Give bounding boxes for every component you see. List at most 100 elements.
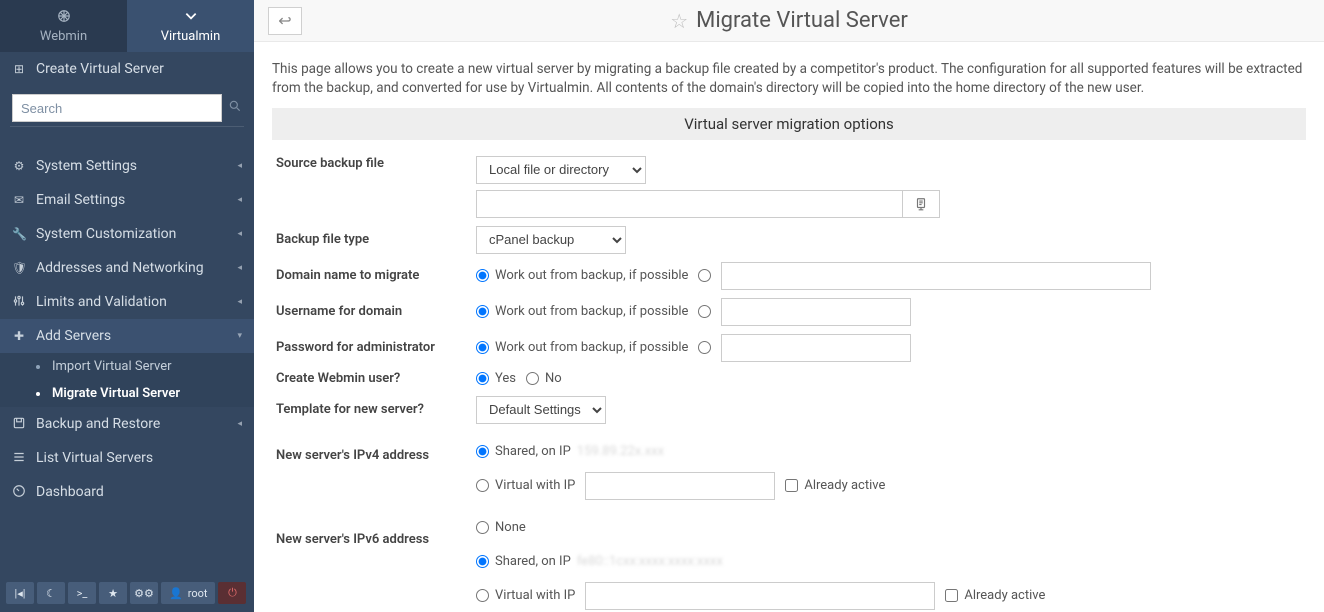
- caret-left-icon: ◂: [237, 161, 242, 171]
- user-button[interactable]: 👤 root: [161, 582, 215, 604]
- subitem-import-virtual-server[interactable]: Import Virtual Server: [0, 353, 254, 380]
- user-label: root: [188, 587, 208, 600]
- password-workout-option[interactable]: Work out from backup, if possible: [476, 340, 688, 355]
- sidebar-item-limits-validation[interactable]: Limits and Validation ◂: [0, 285, 254, 319]
- tab-virtualmin[interactable]: Virtualmin: [127, 0, 254, 52]
- shield-icon: 🛡: [12, 261, 26, 275]
- main-content: ↩ ☆ Migrate Virtual Server This page all…: [254, 0, 1324, 612]
- ipv6-shared-value: fe80::1cxx:xxxx:xxxx:xxxx: [577, 554, 723, 569]
- username-custom-input[interactable]: [721, 298, 911, 326]
- sidebar-item-system-settings[interactable]: ⚙ System Settings ◂: [0, 149, 254, 183]
- ipv6-already-active[interactable]: Already active: [945, 588, 1045, 603]
- label-domain: Domain name to migrate: [276, 268, 476, 283]
- sidebar-item-add-servers[interactable]: ✚ Add Servers ▾: [0, 319, 254, 353]
- mail-icon: ✉: [12, 193, 26, 207]
- sidebar-item-label: System Settings: [36, 158, 227, 174]
- username-custom-radio[interactable]: [698, 305, 711, 318]
- ipv6-shared-option[interactable]: Shared, on IP fe80::1cxx:xxxx:xxxx:xxxx: [476, 554, 723, 569]
- bullet-icon: [36, 392, 40, 396]
- domain-workout-radio[interactable]: [476, 269, 489, 282]
- user-icon: 👤: [169, 587, 183, 600]
- sidebar-item-dashboard[interactable]: Dashboard: [0, 475, 254, 509]
- sidebar-item-label: List Virtual Servers: [36, 450, 242, 466]
- sidebar: Webmin Virtualmin ⊞ Create Virtual Serve…: [0, 0, 254, 612]
- domain-workout-option[interactable]: Work out from backup, if possible: [476, 268, 688, 283]
- ipv4-virtual-option[interactable]: Virtual with IP: [476, 478, 575, 493]
- webmin-user-no[interactable]: No: [526, 371, 562, 386]
- template-select[interactable]: Default Settings: [476, 396, 606, 424]
- sidebar-item-label: Add Servers: [36, 328, 227, 344]
- webmin-icon: [57, 9, 71, 27]
- sidebar-item-backup-restore[interactable]: Backup and Restore ◂: [0, 407, 254, 441]
- gear-icon: ⚙: [12, 159, 26, 173]
- sliders-icon: [12, 294, 26, 311]
- star-icon[interactable]: ☆: [670, 9, 688, 33]
- wrench-icon: 🔧: [12, 227, 26, 241]
- label-template: Template for new server?: [276, 402, 476, 417]
- source-path-input[interactable]: [476, 190, 902, 218]
- sidebar-item-system-customization[interactable]: 🔧 System Customization ◂: [0, 217, 254, 251]
- username-workout-option[interactable]: Work out from backup, if possible: [476, 304, 688, 319]
- save-icon: [12, 416, 26, 433]
- caret-left-icon: ◂: [237, 195, 242, 205]
- subitem-migrate-virtual-server[interactable]: Migrate Virtual Server: [0, 380, 254, 407]
- plus-icon: ✚: [12, 329, 26, 343]
- night-mode-button[interactable]: ☾: [37, 582, 65, 604]
- label-create-webmin-user: Create Webmin user?: [276, 371, 476, 386]
- ipv4-virtual-radio[interactable]: [476, 479, 489, 492]
- password-custom-input[interactable]: [721, 334, 911, 362]
- ipv4-already-active-check[interactable]: [785, 479, 798, 492]
- backup-type-select[interactable]: cPanel backup: [476, 226, 626, 254]
- webmin-user-yes-radio[interactable]: [476, 372, 489, 385]
- domain-custom-input[interactable]: [721, 262, 1151, 290]
- bottom-toolbar: |◂| ☾ >_ ★ ⚙⚙ 👤 root ⏻: [0, 578, 254, 612]
- password-custom-radio[interactable]: [698, 341, 711, 354]
- webmin-user-no-radio[interactable]: [526, 372, 539, 385]
- sidebar-item-label: Email Settings: [36, 192, 227, 208]
- search-icon[interactable]: [228, 99, 242, 117]
- ipv6-virtual-option[interactable]: Virtual with IP: [476, 588, 575, 603]
- ipv4-virtual-input[interactable]: [585, 472, 775, 500]
- plus-box-icon: ⊞: [12, 62, 26, 76]
- terminal-button[interactable]: >_: [68, 582, 96, 604]
- browse-button[interactable]: [902, 190, 940, 218]
- ipv4-shared-option[interactable]: Shared, on IP 159.89.22x.xxx: [476, 444, 664, 459]
- ipv6-already-active-check[interactable]: [945, 589, 958, 602]
- back-button[interactable]: ↩: [268, 7, 302, 35]
- label-username: Username for domain: [276, 304, 476, 319]
- username-workout-radio[interactable]: [476, 305, 489, 318]
- sidebar-item-create[interactable]: ⊞ Create Virtual Server: [0, 52, 254, 86]
- page-title: Migrate Virtual Server: [696, 8, 908, 33]
- webmin-user-yes[interactable]: Yes: [476, 371, 516, 386]
- tab-webmin[interactable]: Webmin: [0, 0, 127, 52]
- label-password: Password for administrator: [276, 340, 476, 355]
- source-mode-select[interactable]: Local file or directory: [476, 156, 646, 184]
- domain-custom-radio[interactable]: [698, 269, 711, 282]
- migration-panel: Virtual server migration options Source …: [272, 108, 1306, 612]
- ipv6-none-option[interactable]: None: [476, 520, 526, 535]
- ipv4-already-active[interactable]: Already active: [785, 478, 885, 493]
- sidebar-item-list-virtual-servers[interactable]: List Virtual Servers: [0, 441, 254, 475]
- list-icon: [12, 450, 26, 467]
- settings-button[interactable]: ⚙⚙: [130, 582, 158, 604]
- label-source-backup: Source backup file: [276, 156, 476, 171]
- tab-virtualmin-label: Virtualmin: [161, 29, 221, 44]
- caret-left-icon: ◂: [237, 419, 242, 429]
- ipv6-shared-radio[interactable]: [476, 555, 489, 568]
- ipv6-virtual-input[interactable]: [585, 582, 935, 610]
- ipv4-shared-value: 159.89.22x.xxx: [577, 444, 664, 459]
- sidebar-item-email-settings[interactable]: ✉ Email Settings ◂: [0, 183, 254, 217]
- password-workout-radio[interactable]: [476, 341, 489, 354]
- ipv4-shared-radio[interactable]: [476, 445, 489, 458]
- add-servers-subitems: Import Virtual Server Migrate Virtual Se…: [0, 353, 254, 407]
- subitem-label: Import Virtual Server: [52, 359, 172, 374]
- ipv6-virtual-radio[interactable]: [476, 589, 489, 602]
- caret-down-icon: ▾: [237, 331, 242, 341]
- sidebar-item-addresses-networking[interactable]: 🛡 Addresses and Networking ◂: [0, 251, 254, 285]
- intro-text: This page allows you to create a new vir…: [254, 42, 1324, 108]
- logout-button[interactable]: ⏻: [218, 582, 246, 604]
- toggle-sidebar-button[interactable]: |◂|: [6, 582, 34, 604]
- search-input[interactable]: [12, 94, 222, 122]
- ipv6-none-radio[interactable]: [476, 521, 489, 534]
- favorite-button[interactable]: ★: [99, 582, 127, 604]
